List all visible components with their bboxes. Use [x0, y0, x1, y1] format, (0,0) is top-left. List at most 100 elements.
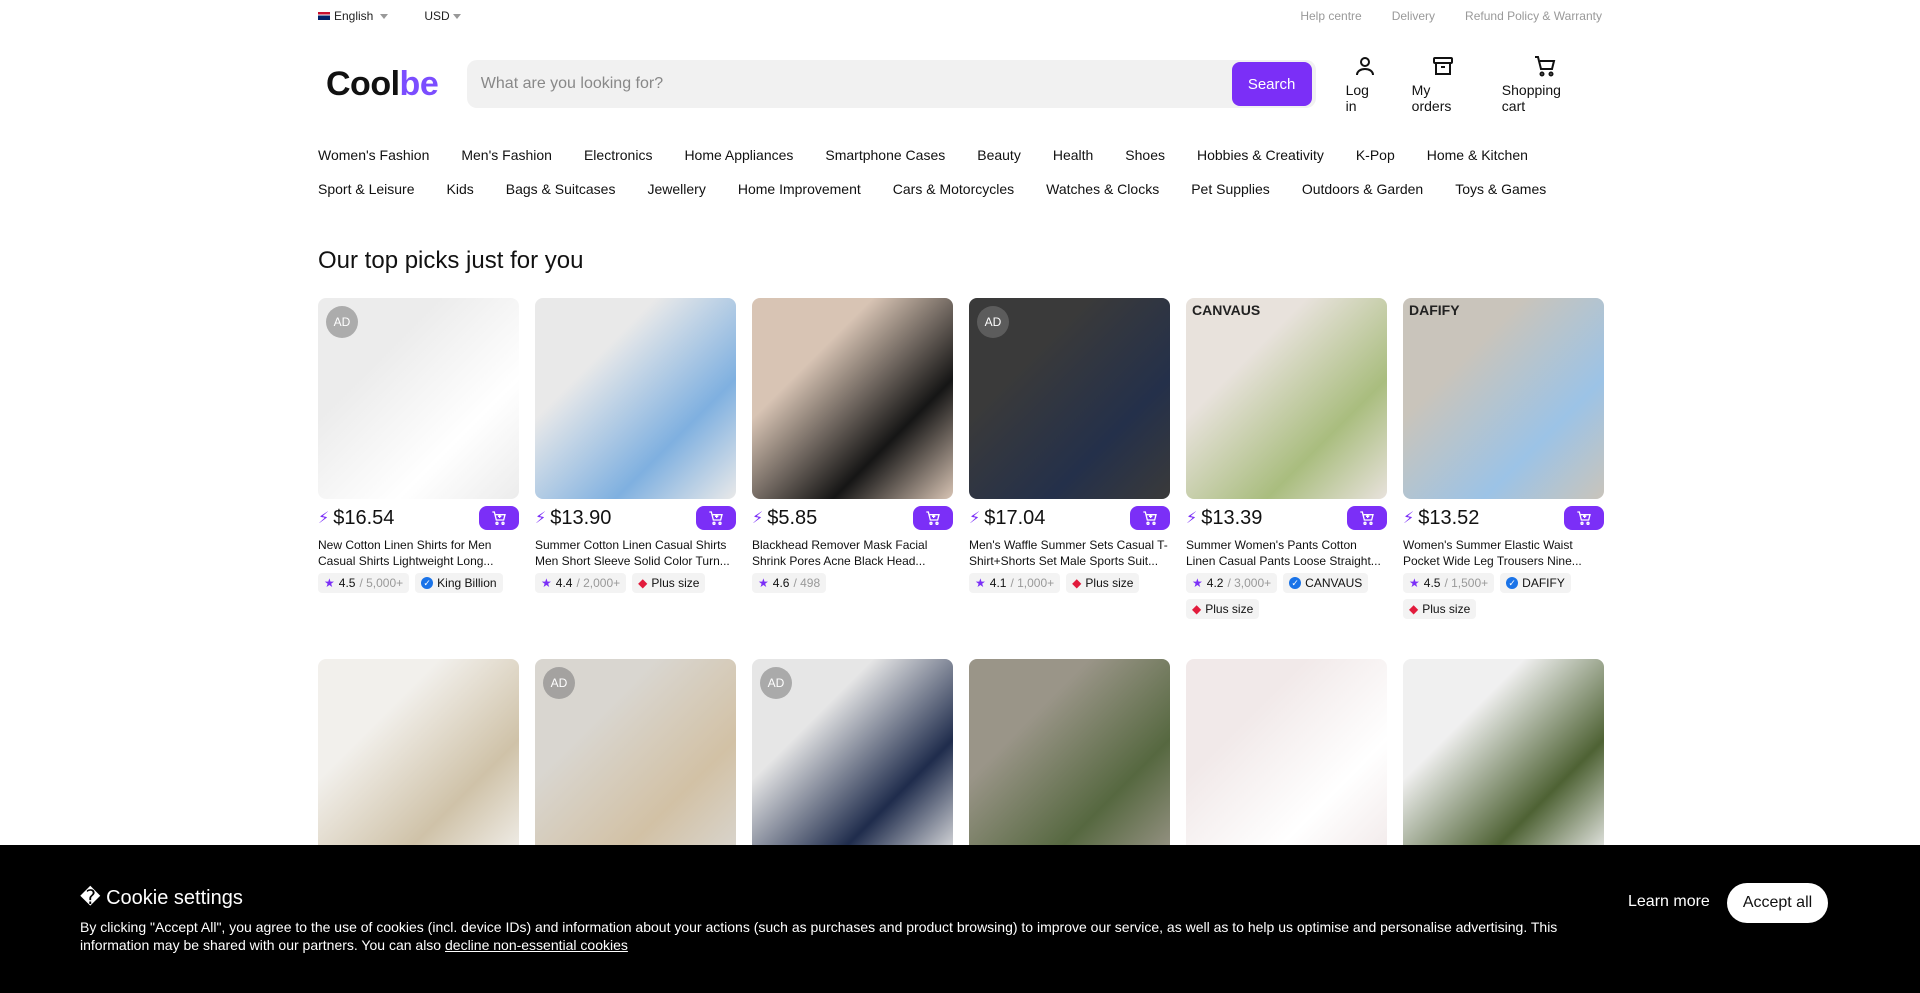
shirt-icon: ◆	[1409, 602, 1419, 616]
product-card[interactable]: CANVAUS ⚡︎ $13.39 Summer Women's Pants C…	[1186, 298, 1387, 619]
product-image[interactable]	[1403, 659, 1604, 860]
accept-all-button[interactable]: Accept all	[1727, 883, 1828, 923]
price-row: ⚡︎ $13.39	[1186, 506, 1387, 530]
product-card[interactable]: AD	[752, 659, 953, 860]
product-image[interactable]	[752, 298, 953, 499]
product-card[interactable]	[1186, 659, 1387, 860]
category-item[interactable]: Hobbies & Creativity	[1197, 147, 1324, 163]
star-icon: ★	[975, 576, 986, 590]
product-card[interactable]: ⚡︎ $13.90 Summer Cotton Linen Casual Shi…	[535, 298, 736, 619]
product-name[interactable]: Summer Cotton Linen Casual Shirts Men Sh…	[535, 537, 736, 569]
category-item[interactable]: Sport & Leisure	[318, 181, 415, 197]
category-item[interactable]: K-Pop	[1356, 147, 1395, 163]
category-item[interactable]: Toys & Games	[1455, 181, 1546, 197]
rating-value: 4.6	[772, 576, 790, 590]
product-image[interactable]: AD	[535, 659, 736, 860]
product-tags: ★ 4.5/ 1,500+ ✓ DAFIFY ◆ Plus size	[1403, 573, 1604, 619]
add-cart-icon	[1577, 511, 1591, 525]
help-centre-link[interactable]: Help centre	[1300, 9, 1361, 23]
category-item[interactable]: Jewellery	[647, 181, 705, 197]
learn-more-button[interactable]: Learn more	[1628, 893, 1710, 911]
category-item[interactable]: Home Improvement	[738, 181, 861, 197]
category-item[interactable]: Pet Supplies	[1191, 181, 1270, 197]
product-name[interactable]: Women's Summer Elastic Waist Pocket Wide…	[1403, 537, 1604, 569]
brand-overlay: CANVAUS	[1192, 302, 1261, 318]
rating-tag: ★ 4.4/ 2,000+	[535, 573, 627, 593]
product-card[interactable]: DAFIFY ⚡︎ $13.52 Women's Summer Elastic …	[1403, 298, 1604, 619]
cookie-icon: �	[80, 887, 101, 909]
refund-policy-link[interactable]: Refund Policy & Warranty	[1465, 9, 1602, 23]
category-item[interactable]: Home & Kitchen	[1427, 147, 1528, 163]
delivery-link[interactable]: Delivery	[1392, 9, 1435, 23]
login-button[interactable]: Log in	[1332, 54, 1398, 114]
product-card[interactable]: ⚡︎ $5.85 Blackhead Remover Mask Facial S…	[752, 298, 953, 619]
search-input[interactable]	[480, 75, 1232, 93]
my-orders-button[interactable]: My orders	[1398, 54, 1488, 114]
category-item[interactable]: Kids	[447, 181, 474, 197]
category-item[interactable]: Beauty	[977, 147, 1021, 163]
product-image[interactable]	[318, 659, 519, 860]
category-item[interactable]: Women's Fashion	[318, 147, 429, 163]
category-item[interactable]: Home Appliances	[684, 147, 793, 163]
verified-icon: ✓	[1506, 577, 1519, 589]
decline-cookies-link[interactable]: decline non-essential cookies	[445, 937, 628, 953]
product-price: $13.39	[1201, 506, 1263, 529]
add-to-cart-button[interactable]	[479, 506, 519, 530]
product-name[interactable]: Blackhead Remover Mask Facial Shrink Por…	[752, 537, 953, 569]
currency-label: USD	[424, 9, 450, 23]
product-card[interactable]	[318, 659, 519, 860]
search-button[interactable]: Search	[1231, 62, 1312, 106]
seller-name: CANVAUS	[1305, 576, 1363, 590]
add-to-cart-button[interactable]	[1564, 506, 1604, 530]
rating-value: 4.4	[555, 576, 573, 590]
seller-tag[interactable]: ✓ King Billion	[415, 573, 503, 593]
price-row: ⚡︎ $13.90	[535, 506, 736, 530]
product-image[interactable]	[535, 298, 736, 499]
add-to-cart-button[interactable]	[696, 506, 736, 530]
category-item[interactable]: Cars & Motorcycles	[893, 181, 1014, 197]
product-image[interactable]: CANVAUS	[1186, 298, 1387, 499]
product-name[interactable]: Men's Waffle Summer Sets Casual T-Shirt+…	[969, 537, 1170, 569]
category-item[interactable]: Watches & Clocks	[1046, 181, 1159, 197]
add-cart-icon	[709, 511, 723, 525]
product-image[interactable]: AD	[318, 298, 519, 499]
product-image[interactable]	[1186, 659, 1387, 860]
product-card[interactable]: AD	[535, 659, 736, 860]
plus-size-label: Plus size	[651, 576, 700, 590]
product-image[interactable]: AD	[969, 298, 1170, 499]
add-to-cart-button[interactable]	[913, 506, 953, 530]
rating-value: 4.1	[989, 576, 1007, 590]
shopping-cart-button[interactable]: Shopping cart	[1488, 54, 1602, 114]
seller-tag[interactable]: ✓ DAFIFY	[1500, 573, 1571, 593]
currency-selector[interactable]: USD	[424, 9, 461, 23]
plus-size-label: Plus size	[1085, 576, 1134, 590]
product-image[interactable]: AD	[752, 659, 953, 860]
category-item[interactable]: Electronics	[584, 147, 652, 163]
category-item[interactable]: Outdoors & Garden	[1302, 181, 1423, 197]
add-to-cart-button[interactable]	[1347, 506, 1387, 530]
product-image[interactable]	[969, 659, 1170, 860]
product-card[interactable]: AD ⚡︎ $17.04 Men's Waffle Summer Sets Ca…	[969, 298, 1170, 619]
category-item[interactable]: Men's Fashion	[461, 147, 552, 163]
category-item[interactable]: Health	[1053, 147, 1093, 163]
seller-name: King Billion	[437, 576, 497, 590]
product-card[interactable]: AD ⚡︎ $16.54 New Cotton Linen Shirts for…	[318, 298, 519, 619]
rating-tag: ★ 4.1/ 1,000+	[969, 573, 1061, 593]
seller-tag[interactable]: ✓ CANVAUS	[1283, 573, 1369, 593]
add-to-cart-button[interactable]	[1130, 506, 1170, 530]
product-name[interactable]: Summer Women's Pants Cotton Linen Casual…	[1186, 537, 1387, 569]
review-count: / 5,000+	[359, 576, 404, 590]
category-item[interactable]: Bags & Suitcases	[506, 181, 616, 197]
product-name[interactable]: New Cotton Linen Shirts for Men Casual S…	[318, 537, 519, 569]
logo[interactable]: Coolbe	[326, 65, 467, 104]
category-item[interactable]: Smartphone Cases	[825, 147, 945, 163]
category-item[interactable]: Shoes	[1125, 147, 1165, 163]
language-selector[interactable]: English	[318, 9, 389, 23]
product-card[interactable]	[969, 659, 1170, 860]
product-card[interactable]	[1403, 659, 1604, 860]
lightning-icon: ⚡︎	[318, 510, 330, 527]
rating-tag: ★ 4.5/ 1,500+	[1403, 573, 1495, 593]
section-title: Our top picks just for you	[318, 247, 584, 274]
product-image[interactable]: DAFIFY	[1403, 298, 1604, 499]
review-count: / 1,000+	[1010, 576, 1055, 590]
